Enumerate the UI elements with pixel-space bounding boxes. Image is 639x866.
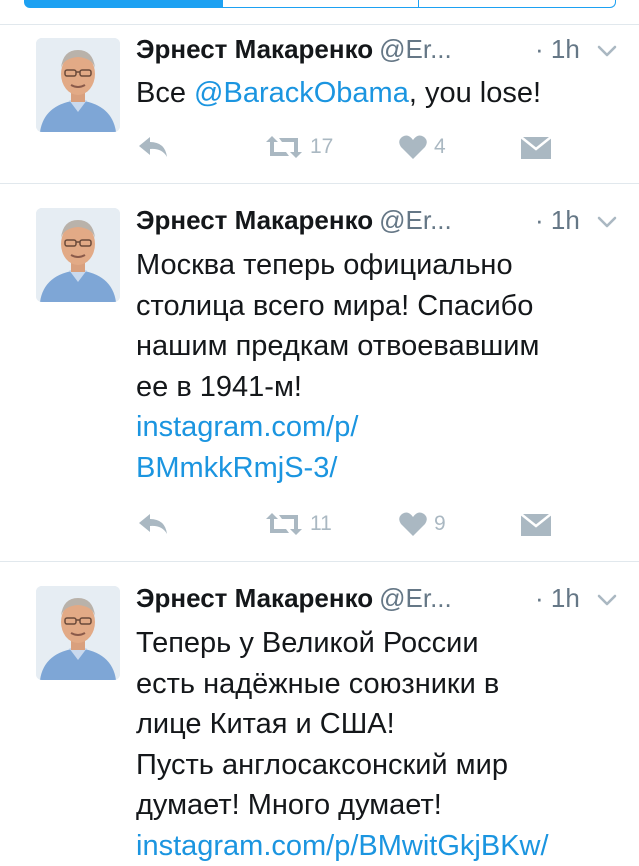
chevron-down-icon[interactable] [596,40,618,62]
tweet-time: · 1h [535,34,580,65]
retweet-icon [264,134,304,160]
reply-icon [136,511,170,537]
instagram-link[interactable]: instagram.com/p/BMwitGkjBKw/ [136,826,626,866]
tweet-line: нашим предкам отвоевавшим [136,326,626,367]
like-button[interactable]: 9 [398,509,446,539]
avatar[interactable] [36,38,120,132]
tweet-text-after: , you lose! [409,77,541,109]
tweet-text-plain: Все [136,77,194,109]
tweet-time: · 1h [535,205,580,236]
reply-icon [136,134,170,160]
envelope-icon [520,511,552,537]
retweet-button[interactable]: 17 [264,132,333,162]
retweet-count: 11 [310,512,332,536]
like-count: 9 [434,512,446,536]
tweet-text: Все @BarackObama, you lose! [136,73,626,114]
avatar[interactable] [36,208,120,302]
tweet-actions: 11 9 [136,509,626,539]
timeline-tab-bar [0,0,639,25]
heart-icon [398,134,428,160]
heart-icon [398,511,428,537]
tweet-1[interactable]: Эрнест Макаренко@Er... · 1h Все @BarackO… [0,24,639,184]
avatar-photo [36,38,120,132]
author-name[interactable]: Эрнест Макаренко [136,583,373,613]
reply-button[interactable] [136,132,170,162]
tweet-line: есть надёжные союзники в [136,664,626,705]
tab-segment-1[interactable] [24,0,224,8]
tweet-3[interactable]: Эрнест Макаренко@Er... · 1h Теперь у Вел… [0,562,639,841]
tweet-time: · 1h [535,583,580,614]
tab-segment-3[interactable] [418,0,616,8]
author-handle[interactable]: @Er... [379,583,452,613]
tweet-text: Теперь у Великой России есть надёжные со… [136,623,626,866]
dm-button[interactable] [520,132,552,162]
chevron-down-icon[interactable] [596,589,618,611]
tweet-line: ее в 1941-м! [136,367,626,408]
envelope-icon [520,134,552,160]
instagram-link[interactable]: instagram.com/p/ [136,407,626,448]
like-count: 4 [434,135,446,159]
retweet-icon [264,511,304,537]
tweet-line: Москва теперь официально [136,245,626,286]
retweet-count: 17 [310,135,333,159]
chevron-down-icon[interactable] [596,211,618,233]
tweet-2[interactable]: Эрнест Макаренко@Er... · 1h Москва тепер… [0,184,639,562]
avatar[interactable] [36,586,120,680]
author-name[interactable]: Эрнест Макаренко [136,205,373,235]
retweet-button[interactable]: 11 [264,509,332,539]
tweet-text: Москва теперь официально столица всего м… [136,245,626,488]
author-handle[interactable]: @Er... [379,34,452,64]
tweet-line: думает! Много думает! [136,785,626,826]
avatar-photo [36,586,120,680]
author-handle[interactable]: @Er... [379,205,452,235]
tab-segment-2[interactable] [222,0,420,8]
instagram-link-continued[interactable]: BMmkkRmjS-3/ [136,448,626,489]
tweet-line: столица всего мира! Спасибо [136,286,626,327]
avatar-photo [36,208,120,302]
mention-link[interactable]: @BarackObama [194,77,409,109]
tweet-line: Пусть англосаксонский мир [136,745,626,786]
author-name[interactable]: Эрнест Макаренко [136,34,373,64]
like-button[interactable]: 4 [398,132,446,162]
tweet-actions: 17 4 [136,132,626,162]
tweet-line: лице Китая и США! [136,704,626,745]
reply-button[interactable] [136,509,170,539]
dm-button[interactable] [520,509,552,539]
tweet-line: Теперь у Великой России [136,623,626,664]
